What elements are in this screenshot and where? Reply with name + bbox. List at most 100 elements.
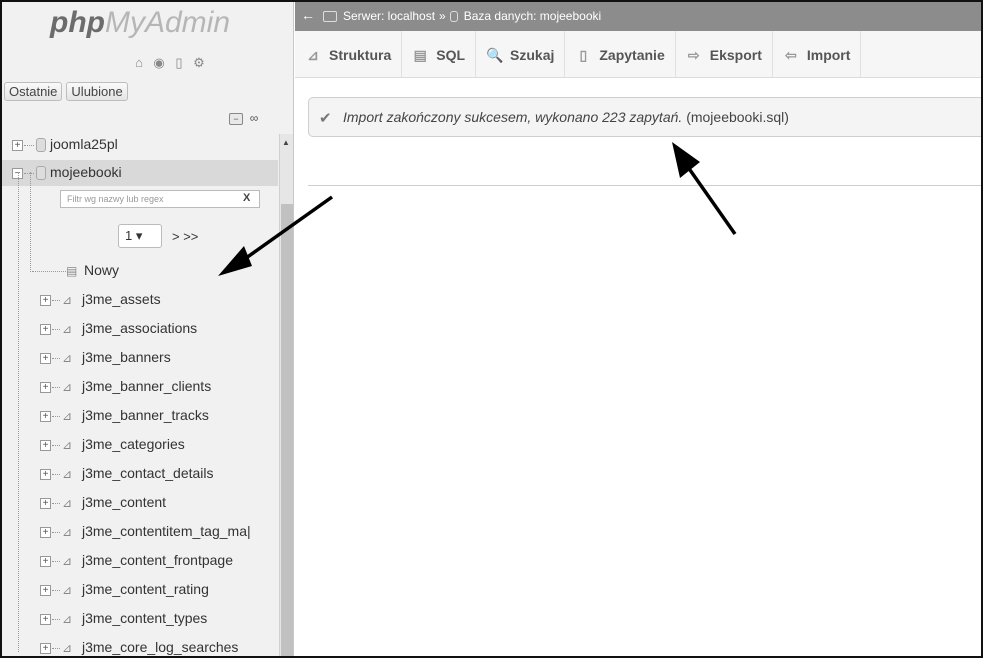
database-name[interactable]: mojeebooki (50, 164, 122, 180)
table-item[interactable]: + ⊿ j3me_associations (2, 316, 278, 342)
database-item-mojeebooki[interactable]: − mojeebooki (2, 160, 278, 186)
database-icon (36, 166, 46, 180)
expand-icon[interactable]: + (40, 324, 51, 335)
expand-icon[interactable]: + (12, 140, 23, 151)
import-success-message: ✔ Import zakończony sukcesem, wykonano 2… (308, 97, 983, 137)
navigation-sidebar: phpMyAdmin ⌂ ◉ ▯ ⚙ Ostatnie Ulubione − ∞… (2, 2, 294, 656)
export-icon: ⇨ (687, 46, 700, 63)
import-icon: ⇦ (784, 46, 797, 63)
table-item[interactable]: + ⊿ j3me_content_rating (2, 577, 278, 603)
table-name[interactable]: j3me_content (82, 494, 166, 510)
info-icon[interactable]: ◉ (152, 56, 166, 70)
tree-connector (52, 300, 60, 301)
table-name[interactable]: j3me_core_log_searches (82, 639, 238, 655)
collapse-all-icon[interactable]: − (229, 113, 243, 125)
expand-icon[interactable]: + (40, 527, 51, 538)
tree-connector (52, 561, 60, 562)
settings-icon[interactable]: ⚙ (192, 56, 206, 70)
tab-szukaj[interactable]: 🔍 Szukaj (476, 31, 566, 78)
expand-icon[interactable]: + (40, 498, 51, 509)
expand-icon[interactable]: + (40, 411, 51, 422)
tree-connector (32, 271, 66, 272)
expand-icon[interactable]: + (40, 614, 51, 625)
tab-label: Import (806, 46, 851, 63)
docs-icon[interactable]: ▯ (172, 56, 186, 70)
tab-label: Struktura (329, 46, 392, 63)
table-name[interactable]: j3me_content_frontpage (82, 552, 233, 568)
collapse-sidebar-arrow-icon[interactable]: ← (301, 7, 315, 23)
table-name[interactable]: j3me_contact_details (82, 465, 214, 481)
expand-icon[interactable]: + (40, 353, 51, 364)
tab-zapytanie[interactable]: ▯ Zapytanie (565, 31, 676, 78)
table-pager: 1 ▾ > >> (118, 224, 198, 248)
breadcrumb-bar: ← Serwer: localhost » Baza danych: mojee… (295, 2, 981, 31)
table-name[interactable]: j3me_banner_tracks (82, 407, 209, 423)
database-item-joomla25pl[interactable]: + joomla25pl (2, 132, 278, 158)
filter-clear-button[interactable]: X (243, 192, 250, 204)
sidebar-scrollbar[interactable]: ▲ (279, 134, 293, 656)
tree-connector (52, 619, 60, 620)
table-icon: ⊿ (62, 612, 73, 626)
table-filter-input[interactable]: Filtr wg nazwy lub regex (60, 190, 260, 208)
favorites-tab[interactable]: Ulubione (66, 82, 128, 101)
table-name[interactable]: j3me_content_types (82, 610, 207, 626)
table-item[interactable]: + ⊿ j3me_content (2, 490, 278, 516)
main-content: ← Serwer: localhost » Baza danych: mojee… (295, 2, 983, 656)
table-item[interactable]: + ⊿ j3me_contact_details (2, 461, 278, 487)
new-table-label[interactable]: Nowy (84, 262, 119, 278)
structure-icon: ⊿ (307, 46, 319, 63)
link-icon[interactable]: ∞ (247, 112, 261, 125)
table-item[interactable]: + ⊿ j3me_banner_clients (2, 374, 278, 400)
tree-connector (24, 145, 34, 146)
table-item[interactable]: + ⊿ j3me_core_log_searches (2, 635, 278, 656)
breadcrumb-database[interactable]: Baza danych: mojeebooki (464, 9, 601, 23)
tree-connector (52, 590, 60, 591)
table-item[interactable]: + ⊿ j3me_banners (2, 345, 278, 371)
next-page-link[interactable]: > >> (172, 229, 198, 244)
table-name[interactable]: j3me_categories (82, 436, 185, 452)
scrollbar-thumb[interactable] (281, 204, 293, 656)
tab-eksport[interactable]: ⇨ Eksport (676, 31, 773, 78)
table-item[interactable]: + ⊿ j3me_content_types (2, 606, 278, 632)
logo-php: php (50, 6, 105, 39)
expand-icon[interactable]: + (40, 382, 51, 393)
table-name[interactable]: j3me_banner_clients (82, 378, 211, 394)
table-item[interactable]: + ⊿ j3me_contentitem_tag_ma| (2, 519, 278, 545)
tab-import[interactable]: ⇦ Import (773, 31, 862, 78)
expand-icon[interactable]: + (40, 295, 51, 306)
table-icon: ⊿ (62, 409, 73, 423)
tab-struktura[interactable]: ⊿ Struktura (295, 31, 403, 78)
new-table-item[interactable]: ▤ Nowy (2, 258, 278, 284)
table-name[interactable]: j3me_associations (82, 320, 197, 336)
new-table-icon: ▤ (66, 264, 78, 278)
expand-icon[interactable]: + (40, 556, 51, 567)
success-text: Import zakończony sukcesem, wykonano 223… (343, 109, 789, 125)
table-name[interactable]: j3me_banners (82, 349, 171, 365)
phpmyadmin-logo[interactable]: phpMyAdmin (50, 6, 230, 40)
tab-sql[interactable]: ▤ SQL (402, 31, 477, 78)
table-item[interactable]: + ⊿ j3me_content_frontpage (2, 548, 278, 574)
recent-tab[interactable]: Ostatnie (4, 82, 63, 101)
collapse-link-controls: − ∞ (229, 112, 261, 125)
tab-label: Zapytanie (599, 46, 665, 63)
table-name[interactable]: j3me_contentitem_tag_ma| (82, 523, 251, 539)
table-name[interactable]: j3me_assets (82, 291, 161, 307)
table-icon: ⊿ (62, 641, 73, 655)
success-file-name: (mojeebooki.sql) (686, 109, 789, 125)
expand-icon[interactable]: + (40, 440, 51, 451)
table-item[interactable]: + ⊿ j3me_assets (2, 287, 278, 313)
database-name[interactable]: joomla25pl (50, 136, 118, 152)
table-name[interactable]: j3me_content_rating (82, 581, 209, 597)
tree-connector (52, 648, 60, 649)
breadcrumb-server[interactable]: Serwer: localhost (343, 9, 435, 23)
scroll-up-arrow-icon[interactable]: ▲ (282, 138, 290, 147)
home-icon[interactable]: ⌂ (132, 56, 146, 70)
table-item[interactable]: + ⊿ j3me_banner_tracks (2, 403, 278, 429)
expand-icon[interactable]: + (40, 585, 51, 596)
table-icon: ⊿ (62, 438, 73, 452)
expand-icon[interactable]: + (40, 643, 51, 654)
expand-icon[interactable]: + (40, 469, 51, 480)
page-select[interactable]: 1 ▾ (118, 224, 162, 248)
table-item[interactable]: + ⊿ j3me_categories (2, 432, 278, 458)
content-divider (308, 185, 983, 186)
